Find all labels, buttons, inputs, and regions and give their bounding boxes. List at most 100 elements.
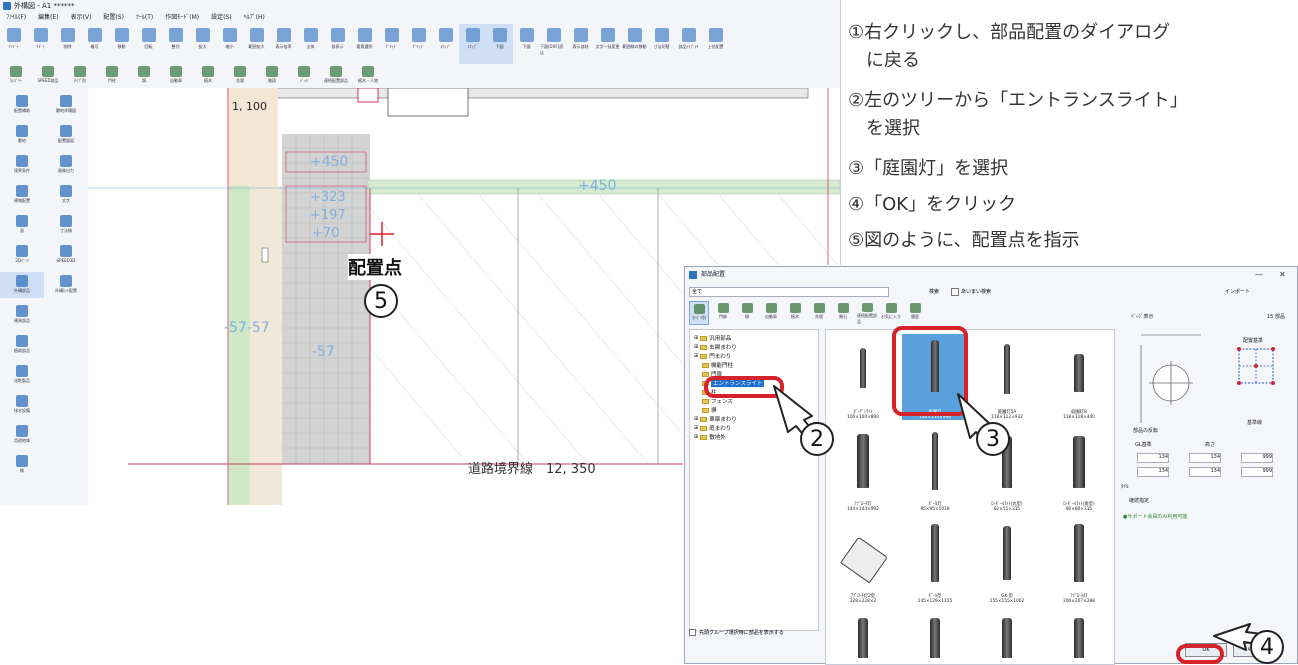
minimize-button[interactable]: — — [1255, 270, 1263, 279]
left-tool-5[interactable]: 画像出力 — [44, 152, 88, 178]
ribbon-button-9[interactable]: 範囲拡大 — [243, 24, 270, 64]
part-ribbon-button-10[interactable]: 連続配置部品 — [320, 64, 352, 88]
menu-file[interactable]: ﾌｧｲﾙ(F) — [6, 12, 26, 24]
dim-field-3[interactable]: 999 — [1241, 453, 1273, 463]
dialog-tool-0[interactable]: ｶﾃｺﾞﾘ別 — [689, 301, 709, 325]
part-grid[interactable]: ｶﾞｰﾃﾞﾝﾗｲﾄ 100×100×800 庭園灯 134×134×999 庭園灯5A 1… — [825, 329, 1115, 665]
ribbon-button-14[interactable]: ｸﾞﾘｯﾄﾞ — [378, 24, 405, 64]
part-ribbon-button-4[interactable]: 塀 — [128, 64, 160, 88]
tree-footer-checkbox[interactable] — [689, 629, 696, 636]
category-tree[interactable]: ⊞ 汎用部品 ⊞ 玄関まわり ⊞ 門まわり 機能門柱 門扉 エントランスライト柱フェンス塀 ⊞ 車庫… — [689, 329, 819, 631]
dialog-tool-5[interactable]: 花壇 — [809, 301, 829, 325]
ribbon-button-0[interactable]: ｱﾝﾄﾞｩ — [0, 24, 27, 64]
ribbon-button-12[interactable]: 前表示 — [324, 24, 351, 64]
menu-tool[interactable]: ﾂｰﾙ(T) — [136, 12, 153, 24]
dialog-tool-1[interactable]: 門扉 — [713, 301, 733, 325]
tree-node[interactable]: ⊞ 庭まわり — [694, 424, 731, 432]
tree-expander-icon[interactable]: ⊞ — [694, 434, 698, 440]
ribbon-button-21[interactable]: 表示部材 — [567, 24, 594, 64]
left-tool-13[interactable]: 外構ｶｯﾄ配置 — [44, 272, 88, 298]
part-item-partial[interactable] — [902, 610, 968, 664]
left-tool-14[interactable]: 建具部品 — [0, 302, 44, 328]
menu-settings[interactable]: 設定(S) — [211, 12, 232, 24]
ribbon-button-25[interactable]: 部品ﾗｲﾌﾞﾗﾘ — [675, 24, 702, 64]
part-ribbon-button-5[interactable]: 自動車 — [160, 64, 192, 88]
ribbon-button-11[interactable]: 全体 — [297, 24, 324, 64]
category-select[interactable]: 全て — [689, 287, 889, 297]
left-tool-3[interactable]: 配置図設 — [44, 122, 88, 148]
left-tool-24[interactable]: 線 — [0, 452, 44, 478]
ribbon-button-6[interactable]: 整列 — [162, 24, 189, 64]
ribbon-button-10[interactable]: 表示倍率 — [270, 24, 297, 64]
part-item-partial[interactable] — [1046, 610, 1112, 664]
part-item-5[interactable]: ﾎﾟｰﾙ灯 95×95×1018 — [902, 426, 968, 512]
ribbon-button-8[interactable]: 縮小 — [216, 24, 243, 64]
left-tool-6[interactable]: 建物配置 — [0, 182, 44, 208]
part-ribbon-button-0[interactable]: ｶﾃｺﾞﾘｰ — [0, 64, 32, 88]
part-ribbon-button-11[interactable]: 植木・人物 — [352, 64, 384, 88]
ribbon-button-19[interactable]: 下図 — [513, 24, 540, 64]
part-item-3[interactable]: 庭園灯B 118×118×440 — [1046, 334, 1112, 420]
close-button[interactable]: ✕ — [1279, 270, 1286, 279]
part-item-partial[interactable] — [974, 610, 1040, 664]
dim-field-2[interactable]: 134 — [1189, 453, 1221, 463]
part-item-partial[interactable] — [830, 610, 896, 664]
tree-node[interactable]: 塀 — [702, 406, 717, 414]
left-tool-22[interactable]: 用途地域 — [0, 422, 44, 448]
part-ribbon-button-7[interactable]: 花壇 — [224, 64, 256, 88]
part-ribbon-button-3[interactable]: 門柱 — [96, 64, 128, 88]
menu-edit[interactable]: 編集(E) — [38, 12, 58, 24]
part-ribbon-button-9[interactable]: ﾃﾞｯｷ — [288, 64, 320, 88]
left-tool-9[interactable]: 寸法線 — [44, 212, 88, 238]
tree-expander-icon[interactable]: ⊞ — [694, 353, 698, 359]
ribbon-button-15[interactable]: ｸﾞﾘｯﾄﾞ — [405, 24, 432, 64]
left-tool-1[interactable]: 敷地求積図 — [44, 92, 88, 118]
dialog-tool-4[interactable]: 植木 — [785, 301, 805, 325]
part-item-2[interactable]: 庭園灯5A 118×112×932 — [974, 334, 1040, 420]
left-tool-4[interactable]: 境界条件 — [0, 152, 44, 178]
dialog-tool-3[interactable]: 自動車 — [761, 301, 781, 325]
tree-node[interactable]: ⊞ 門まわり — [694, 352, 731, 360]
part-ribbon-button-1[interactable]: SPEED部品 — [32, 64, 64, 88]
part-ribbon-button-6[interactable]: 植木 — [192, 64, 224, 88]
tree-expander-icon[interactable]: ⊞ — [694, 425, 698, 431]
dialog-tool-8[interactable]: お気に入り — [881, 301, 901, 325]
menu-view[interactable]: 表示(V) — [71, 12, 92, 24]
left-tool-0[interactable]: 配置補助 — [0, 92, 44, 118]
part-ribbon-button-8[interactable]: 階段 — [256, 64, 288, 88]
dim-field-6[interactable]: 999 — [1241, 467, 1273, 477]
ribbon-button-2[interactable]: 削除 — [54, 24, 81, 64]
menu-mode[interactable]: 作図ﾓｰﾄﾞ(M) — [165, 12, 199, 24]
menu-place[interactable]: 配置(S) — [103, 12, 124, 24]
left-tool-8[interactable]: 面 — [0, 212, 44, 238]
ribbon-button-1[interactable]: ﾘﾄﾞｩ — [27, 24, 54, 64]
menu-help[interactable]: ﾍﾙﾌﾟ(H) — [244, 12, 265, 24]
dim-field-4[interactable]: 134 — [1137, 467, 1169, 477]
dialog-tool-9[interactable]: 履歴 — [905, 301, 925, 325]
left-tool-7[interactable]: 文字 — [44, 182, 88, 208]
dim-field-1[interactable]: 134 — [1137, 453, 1169, 463]
ribbon-button-5[interactable]: 回転 — [135, 24, 162, 64]
tree-node[interactable]: ⊞ 敷地外 — [694, 433, 726, 441]
ribbon-button-18[interactable]: 下図 — [486, 24, 513, 64]
ribbon-button-3[interactable]: 複写 — [81, 24, 108, 64]
tree-expander-icon[interactable]: ⊞ — [694, 344, 698, 350]
left-tool-10[interactable]: 2Dﾊﾟｰﾂ — [0, 242, 44, 268]
tree-node[interactable]: ⊞ 汎用部品 — [694, 334, 731, 342]
part-ribbon-button-2[interactable]: ﾀｲﾌﾟ別 — [64, 64, 96, 88]
part-item-4[interactable]: ｱﾌﾟﾛｰﾁ灯 144×144×992 — [830, 426, 896, 512]
import-button[interactable]: インポート — [1225, 288, 1250, 295]
fuzzy-search-checkbox[interactable] — [951, 288, 959, 296]
part-item-9[interactable]: ﾎﾟｰﾙ型 145×129×1155 — [902, 518, 968, 604]
left-tool-16[interactable]: 植栽部品 — [0, 332, 44, 358]
dialog-tool-7[interactable]: 連続配置部品 — [857, 301, 877, 325]
left-tool-20[interactable]: 排水設備 — [0, 392, 44, 418]
tree-node[interactable]: ⊞ 車庫まわり — [694, 415, 737, 423]
dialog-tool-6[interactable]: 階石 — [833, 301, 853, 325]
ribbon-button-17[interactable]: ｽﾅｯﾌﾟ — [459, 24, 486, 64]
ribbon-button-20[interactable]: 下図(DXF)読込 — [540, 24, 567, 64]
ribbon-button-22[interactable]: 文字一括変更 — [594, 24, 621, 64]
tree-node[interactable]: ⊞ 玄関まわり — [694, 343, 737, 351]
part-item-10[interactable]: GK-型 155×155×1002 — [974, 518, 1040, 604]
part-item-11[interactable]: ｱﾌﾟﾛｰﾁ灯 200×207×288 — [1046, 518, 1112, 604]
